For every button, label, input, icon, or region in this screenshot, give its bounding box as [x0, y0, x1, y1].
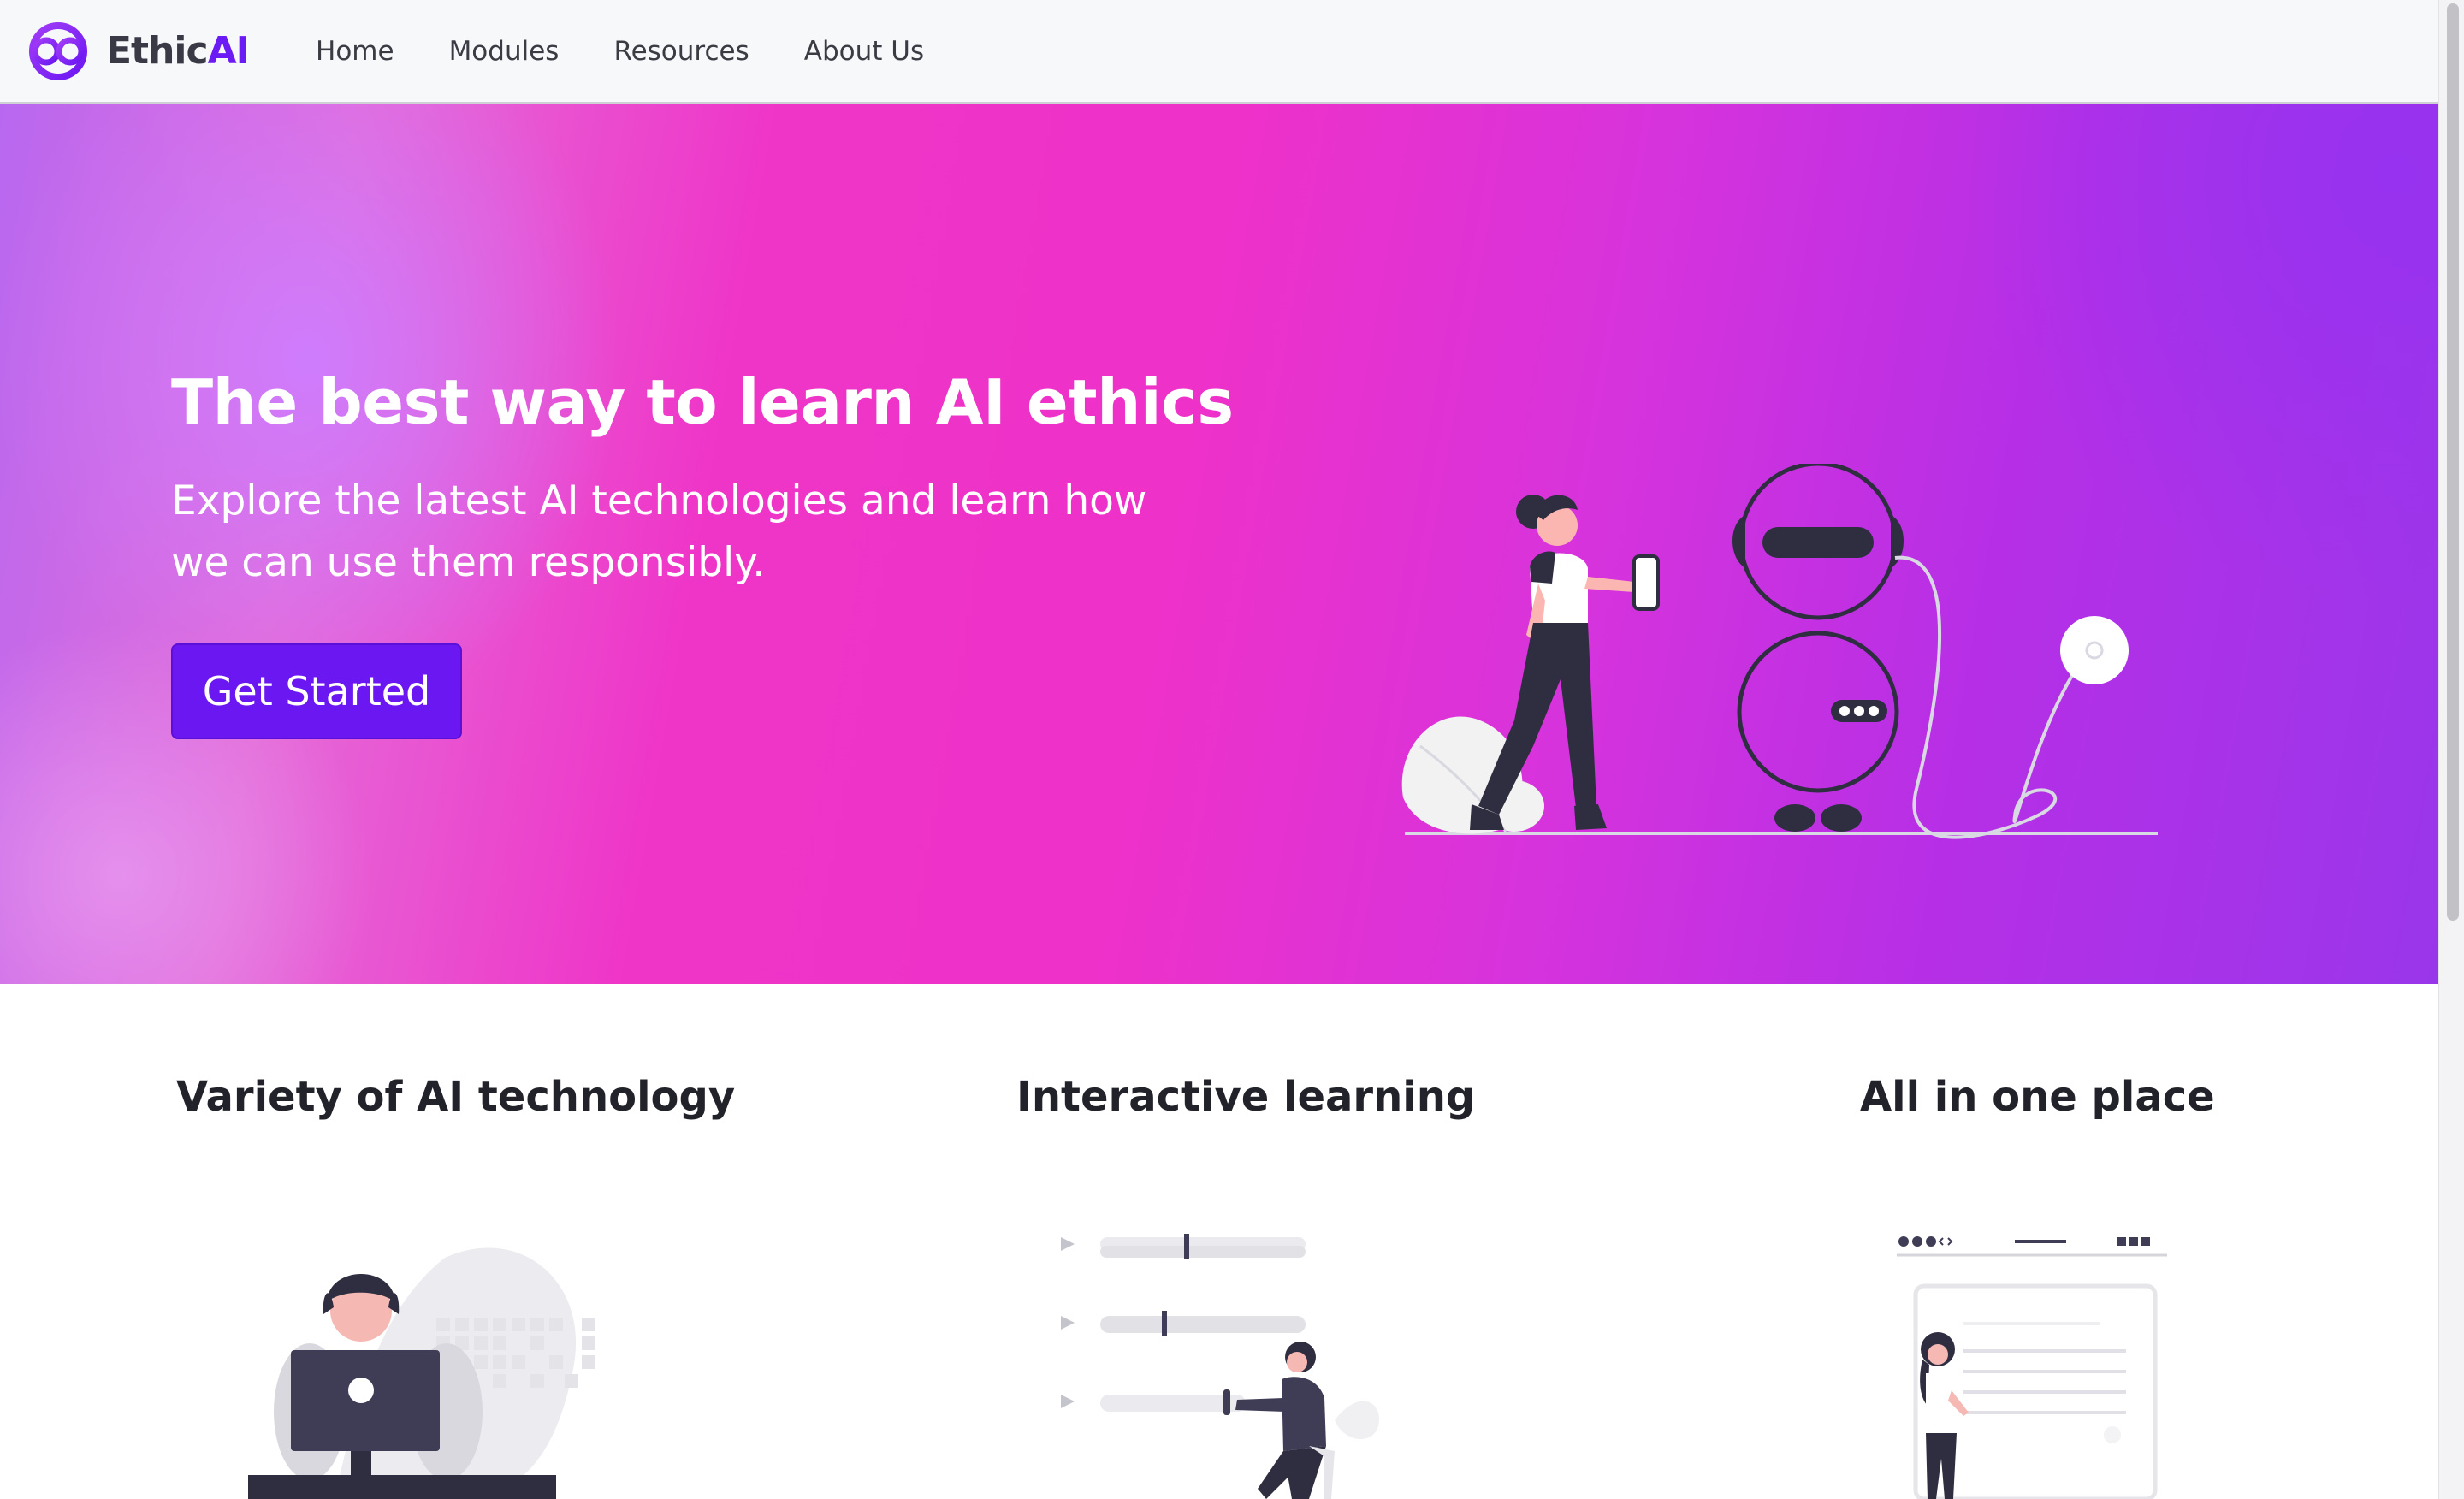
nav-modules-link[interactable]: Modules	[449, 36, 560, 67]
page-scrollbar[interactable]	[2438, 0, 2464, 1499]
navbar: EthicAI Home Modules Resources About Us	[0, 0, 2438, 104]
woman-with-phone-and-robot-illustration	[1401, 464, 2158, 839]
infinity-rings-logo-icon	[29, 21, 87, 80]
brand-name-ai: AI	[207, 29, 250, 73]
nav-links: Home Modules Resources About Us	[316, 36, 979, 67]
brand-name: EthicAI	[106, 29, 250, 73]
feature-title-variety: Variety of AI technology	[176, 1073, 736, 1121]
hero-section: The best way to learn AI ethics Explore …	[0, 104, 2438, 984]
hero-subtitle: Explore the latest AI technologies and l…	[171, 477, 1147, 586]
person-at-browser-window-illustration	[1897, 1236, 2167, 1499]
nav-home-link[interactable]: Home	[316, 36, 394, 67]
feature-title-all-in-one: All in one place	[1860, 1073, 2215, 1121]
feature-title-interactive: Interactive learning	[1016, 1073, 1476, 1121]
nav-resources-link[interactable]: Resources	[613, 36, 749, 67]
person-at-computer-illustration	[248, 1247, 595, 1499]
person-with-sliders-illustration	[1061, 1234, 1379, 1499]
brand-logo[interactable]: EthicAI	[19, 0, 250, 102]
get-started-button[interactable]: Get Started	[171, 643, 462, 739]
hero-title: The best way to learn AI ethics	[171, 366, 1234, 438]
scrollbar-thumb[interactable]	[2447, 3, 2459, 921]
brand-name-ethic: Ethic	[106, 29, 209, 73]
nav-about-link[interactable]: About Us	[804, 36, 924, 67]
